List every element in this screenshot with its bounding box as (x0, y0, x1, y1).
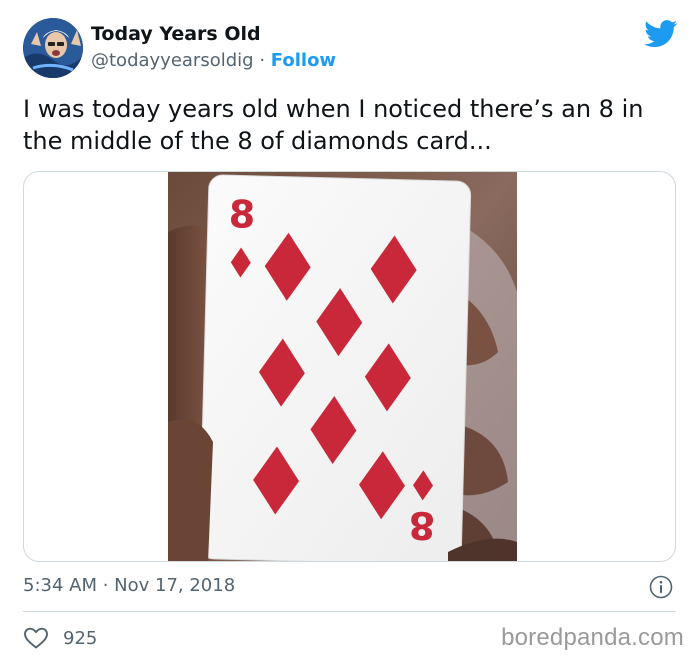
playing-card: 8 8 (198, 174, 472, 561)
display-name[interactable]: Today Years Old (91, 23, 261, 45)
avatar[interactable] (23, 18, 83, 78)
rank-top: 8 (228, 192, 256, 237)
card-photo[interactable]: 8 8 (168, 172, 517, 562)
rank-bottom: 8 (408, 503, 436, 548)
handle-line: @todayyearsoldig · Follow (91, 50, 336, 71)
divider (23, 611, 676, 612)
tweet-card: Today Years Old @todayyearsoldig · Follo… (0, 0, 700, 666)
follow-button[interactable]: Follow (271, 50, 336, 71)
media-frame[interactable]: 8 8 (23, 171, 676, 562)
twitter-bird-icon[interactable] (644, 20, 678, 48)
avatar-image (23, 18, 83, 78)
info-icon[interactable] (649, 575, 673, 599)
like-button[interactable]: 925 (23, 624, 97, 652)
like-count: 925 (63, 627, 98, 649)
tweet-text: I was today years old when I noticed the… (23, 95, 644, 155)
heart-icon (24, 627, 48, 649)
handle[interactable]: @todayyearsoldig (91, 50, 254, 71)
watermark: boredpanda.com (501, 624, 684, 651)
separator-dot: · (259, 50, 266, 71)
timestamp[interactable]: 5:34 AM · Nov 17, 2018 (23, 575, 235, 596)
